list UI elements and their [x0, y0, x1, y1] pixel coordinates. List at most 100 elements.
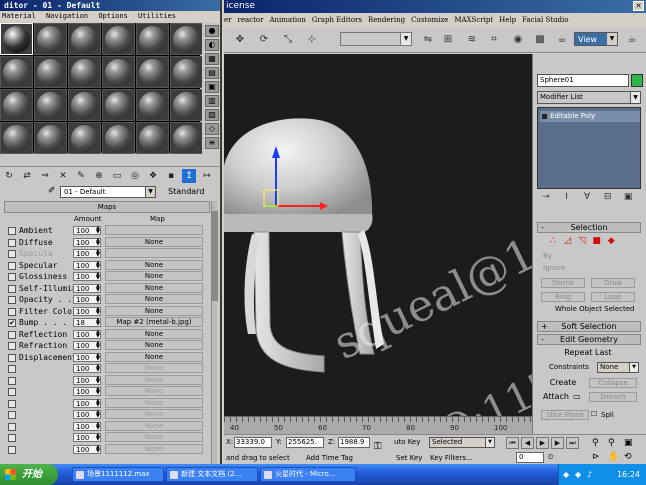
map-enable-checkbox[interactable]	[8, 273, 16, 281]
play-icon[interactable]: ▶	[536, 437, 549, 449]
remove-modifier-icon[interactable]: ⊟	[599, 192, 617, 202]
map-enable-checkbox[interactable]	[8, 411, 16, 419]
map-slot-button[interactable]: None	[105, 328, 203, 339]
sample-slot[interactable]	[170, 56, 203, 88]
loop-button[interactable]: Loop	[591, 292, 635, 302]
make-unique-icon[interactable]: ⊕	[92, 169, 106, 183]
key-mode-icon[interactable]: ⚿	[374, 441, 382, 452]
map-slot-button[interactable]: None	[105, 409, 203, 419]
map-enable-checkbox[interactable]	[8, 330, 16, 339]
chevron-down-icon[interactable]: ▼	[485, 438, 494, 447]
shrink-button[interactable]: Shrink	[541, 278, 585, 288]
soft-selection-rollout-header[interactable]: + Soft Selection	[537, 321, 641, 332]
chevron-down-icon[interactable]: ▼	[630, 92, 640, 103]
map-slot-button[interactable]: None	[105, 420, 203, 431]
helmet-model[interactable]	[224, 118, 384, 373]
sample-slot[interactable]	[102, 23, 135, 55]
render-setup-icon[interactable]: ▩	[532, 33, 548, 47]
app-menu-item[interactable]: Animation	[269, 16, 305, 24]
map-slot-button[interactable]: Map #2 (metal-b.jpg)	[105, 317, 203, 327]
material-name-field[interactable]: 01 - Default ▼	[60, 186, 156, 198]
map-enable-checkbox[interactable]	[8, 399, 16, 408]
sample-slot[interactable]	[34, 122, 67, 154]
amount-spinner-icon[interactable]: ▲ ▼	[96, 237, 101, 247]
field-of-view-icon[interactable]: ⊳	[592, 452, 600, 463]
close-icon[interactable]: ✕	[633, 1, 644, 11]
sample-slot[interactable]	[34, 89, 67, 121]
background-icon[interactable]: ▦	[205, 53, 219, 65]
put-to-scene-icon[interactable]: ⇄	[20, 169, 34, 183]
x-coordinate-field[interactable]: 33339.0	[234, 437, 272, 448]
select-by-material-icon[interactable]: ◇	[205, 123, 219, 135]
map-slot-button[interactable]: None	[105, 351, 203, 362]
tray-icon[interactable]: ◆	[575, 470, 581, 479]
map-slot-button[interactable]: None	[105, 282, 203, 293]
map-slot-button[interactable]: None	[105, 432, 203, 442]
scrollbar-thumb[interactable]	[212, 211, 218, 301]
map-slot-button[interactable]: None	[105, 236, 203, 247]
chevron-down-icon[interactable]: ▼	[629, 363, 638, 372]
material-editor-icon[interactable]: ◉	[510, 33, 526, 47]
detach-button[interactable]: Detach	[589, 392, 637, 402]
sample-slot[interactable]	[136, 23, 169, 55]
slice-plane-button[interactable]: Slice Plane	[541, 410, 589, 420]
collapse-button[interactable]: Collapse	[589, 378, 637, 388]
amount-spinner-icon[interactable]: ▲ ▼	[96, 398, 101, 408]
amount-spinner-icon[interactable]: ▲ ▼	[96, 352, 101, 362]
modifier-list-dropdown[interactable]: Modifier List ▼	[537, 91, 641, 104]
material-type-button[interactable]: Standard	[168, 187, 204, 196]
maps-rollout-header[interactable]: Maps	[4, 201, 210, 213]
sample-slot[interactable]	[170, 89, 203, 121]
app-menu-item[interactable]: er	[224, 16, 232, 24]
map-slot-button[interactable]: None	[105, 259, 203, 270]
select-move-icon[interactable]: ✥	[232, 33, 248, 47]
backlight-icon[interactable]: ◐	[205, 39, 219, 51]
map-enable-checkbox[interactable]	[8, 261, 16, 270]
constraints-dropdown[interactable]: None ▼	[597, 362, 639, 373]
next-frame-icon[interactable]: ▶	[551, 437, 564, 449]
set-key-button[interactable]: Set Key	[396, 453, 422, 464]
sample-slot[interactable]	[102, 122, 135, 154]
uv-tiling-icon[interactable]: ▤	[205, 67, 219, 79]
configure-sets-icon[interactable]: ▣	[619, 192, 637, 202]
map-slot-button[interactable]: None	[105, 294, 203, 304]
sample-slot[interactable]	[68, 23, 101, 55]
make-unique-icon[interactable]: ∀	[578, 192, 596, 202]
sample-slot[interactable]	[68, 122, 101, 154]
sample-slot[interactable]	[0, 89, 33, 121]
pivot-icon[interactable]: ⊹	[304, 33, 320, 47]
align-icon[interactable]: ⊞	[440, 33, 456, 47]
sample-slot[interactable]	[170, 23, 203, 55]
edge-icon[interactable]: ◿	[562, 236, 574, 246]
amount-spinner-icon[interactable]: ▲ ▼	[96, 433, 101, 442]
edit-geometry-rollout-header[interactable]: - Edit Geometry	[537, 334, 641, 345]
map-slot-button[interactable]: None	[105, 397, 203, 408]
map-enable-checkbox[interactable]	[8, 422, 16, 431]
amount-spinner-icon[interactable]: ▲ ▼	[96, 249, 101, 258]
mirror-icon[interactable]: ⇋	[420, 33, 436, 47]
sample-slot[interactable]	[136, 56, 169, 88]
map-enable-checkbox[interactable]	[8, 353, 16, 362]
sample-slot[interactable]	[34, 56, 67, 88]
start-button[interactable]: 开始	[0, 464, 58, 485]
grow-button[interactable]: Grow	[591, 278, 635, 288]
amount-spinner-icon[interactable]: ▲ ▼	[96, 295, 101, 304]
timeline-track[interactable]: 40 50 60 70 80 90 100	[224, 416, 532, 434]
map-enable-checkbox[interactable]	[8, 342, 16, 350]
assign-to-selection-icon[interactable]: ⇒	[38, 169, 52, 183]
maps-scrollbar[interactable]	[211, 201, 218, 464]
amount-spinner-icon[interactable]: ▲ ▼	[96, 306, 101, 316]
selection-rollout-header[interactable]: - Selection	[537, 222, 641, 233]
map-slot-button[interactable]	[105, 248, 203, 258]
map-slot-button[interactable]: None	[105, 386, 203, 396]
ring-button[interactable]: Ring	[541, 292, 585, 302]
amount-spinner-icon[interactable]: ▲ ▼	[96, 329, 101, 339]
y-coordinate-field[interactable]: 255625.	[286, 437, 324, 448]
sample-slot[interactable]	[68, 89, 101, 121]
show-map-icon[interactable]: ❖	[146, 169, 160, 183]
material-navigator-icon[interactable]: ≡	[205, 137, 219, 149]
time-config-icon[interactable]: ⏲	[548, 452, 553, 463]
go-to-parent-icon[interactable]: ↥	[182, 168, 196, 183]
amount-spinner-icon[interactable]: ▲ ▼	[96, 283, 101, 293]
auto-key-button[interactable]: uto Key	[394, 437, 420, 448]
